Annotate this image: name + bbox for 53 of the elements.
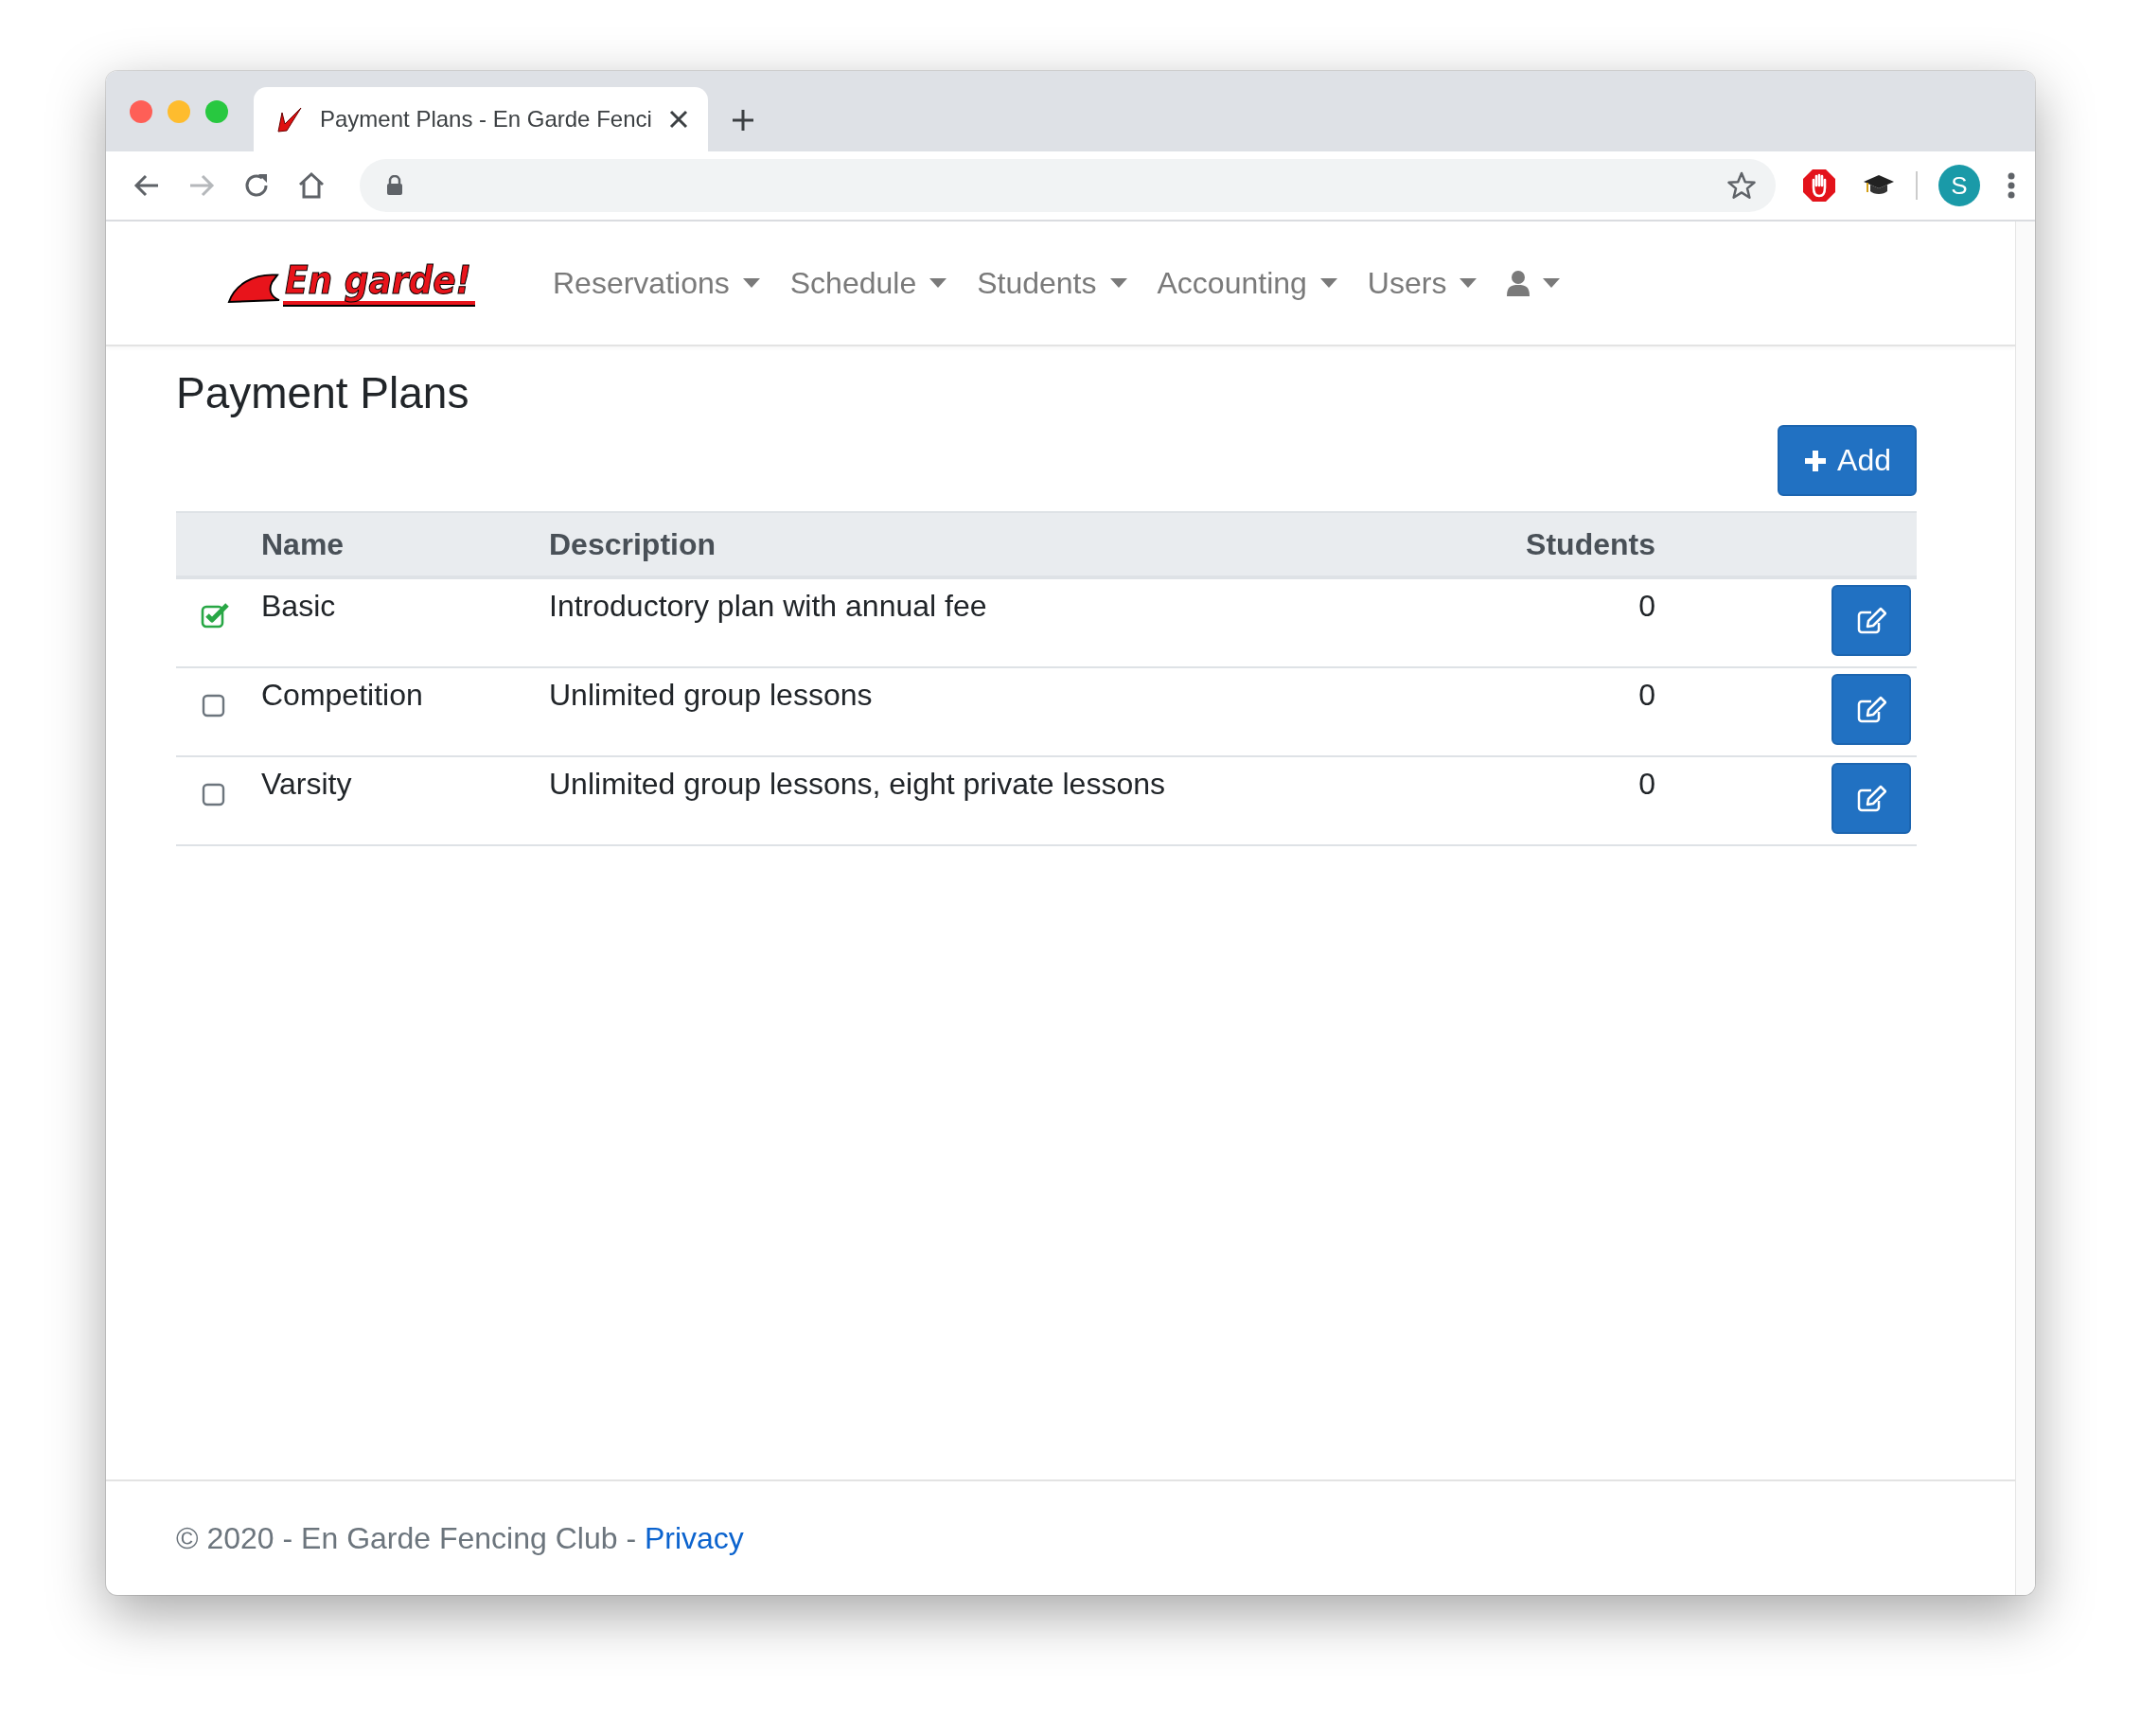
nav-label: Students <box>977 265 1097 301</box>
caret-icon <box>1460 278 1477 288</box>
caret-icon <box>1543 278 1561 288</box>
column-header: Description <box>549 513 1513 580</box>
table-cell: 0 <box>1513 668 1655 758</box>
copyright-text: © 2020 - En Garde Fencing Club - Privacy <box>176 1520 744 1556</box>
home-icon[interactable] <box>297 171 326 200</box>
checkbox[interactable] <box>201 602 229 629</box>
table-cell: Unlimited group lessons <box>549 668 1513 758</box>
edit-icon <box>1856 606 1886 635</box>
edit-button[interactable] <box>1831 674 1911 746</box>
logo[interactable]: En garde! <box>282 261 475 305</box>
edit-button[interactable] <box>1831 763 1911 835</box>
edit-icon <box>1856 784 1886 813</box>
nav-label: Accounting <box>1157 265 1307 301</box>
caret-icon <box>742 278 760 288</box>
tick-icon <box>274 105 303 133</box>
tab-title: Payment Plans - En Garde Fenci <box>320 106 651 133</box>
caret-icon <box>1109 278 1127 288</box>
table-cell: Varsity <box>261 757 549 847</box>
caret-icon <box>929 278 947 288</box>
edit-button[interactable] <box>1831 585 1911 657</box>
page-title: Payment Plans <box>176 367 470 419</box>
close-tab-icon[interactable] <box>668 109 689 130</box>
menu-icon[interactable] <box>2007 171 2016 200</box>
table-cell: Basic <box>261 579 549 669</box>
caret-icon <box>1319 278 1337 288</box>
stop-hand-icon[interactable] <box>1802 168 1836 203</box>
table-cell: Unlimited group lessons, eight private lessons <box>549 757 1513 847</box>
table-cell: 0 <box>1513 579 1655 669</box>
profile-avatar[interactable]: S <box>1938 165 1980 206</box>
new-tab-icon[interactable] <box>731 108 755 133</box>
plus-icon <box>1803 448 1829 473</box>
nav-menu[interactable]: Schedule <box>774 265 963 301</box>
nav-label: Users <box>1367 265 1447 301</box>
lock-icon <box>386 175 403 196</box>
nav-menu[interactable]: Accounting <box>1141 265 1353 301</box>
column-header: Name <box>261 513 549 580</box>
user-icon <box>1507 270 1531 296</box>
table-cell: Competition <box>261 668 549 758</box>
table-cell: Introductory plan with annual fee <box>549 579 1513 669</box>
nav-label: Reservations <box>553 265 730 301</box>
privacy-link[interactable]: Privacy <box>644 1520 744 1555</box>
table-cell: 0 <box>1513 757 1655 847</box>
browser-tab[interactable]: Payment Plans - En Garde Fenci <box>254 87 708 151</box>
nav-menu[interactable]: Students <box>962 265 1142 301</box>
edit-icon <box>1856 695 1886 724</box>
column-header: Students <box>1513 513 1655 580</box>
star-icon[interactable] <box>1726 170 1757 201</box>
add-button[interactable]: Add <box>1778 425 1917 497</box>
nav-menu[interactable]: Users <box>1352 265 1493 301</box>
nav-menu[interactable]: Reservations <box>538 265 775 301</box>
nav-label: Schedule <box>789 265 917 301</box>
